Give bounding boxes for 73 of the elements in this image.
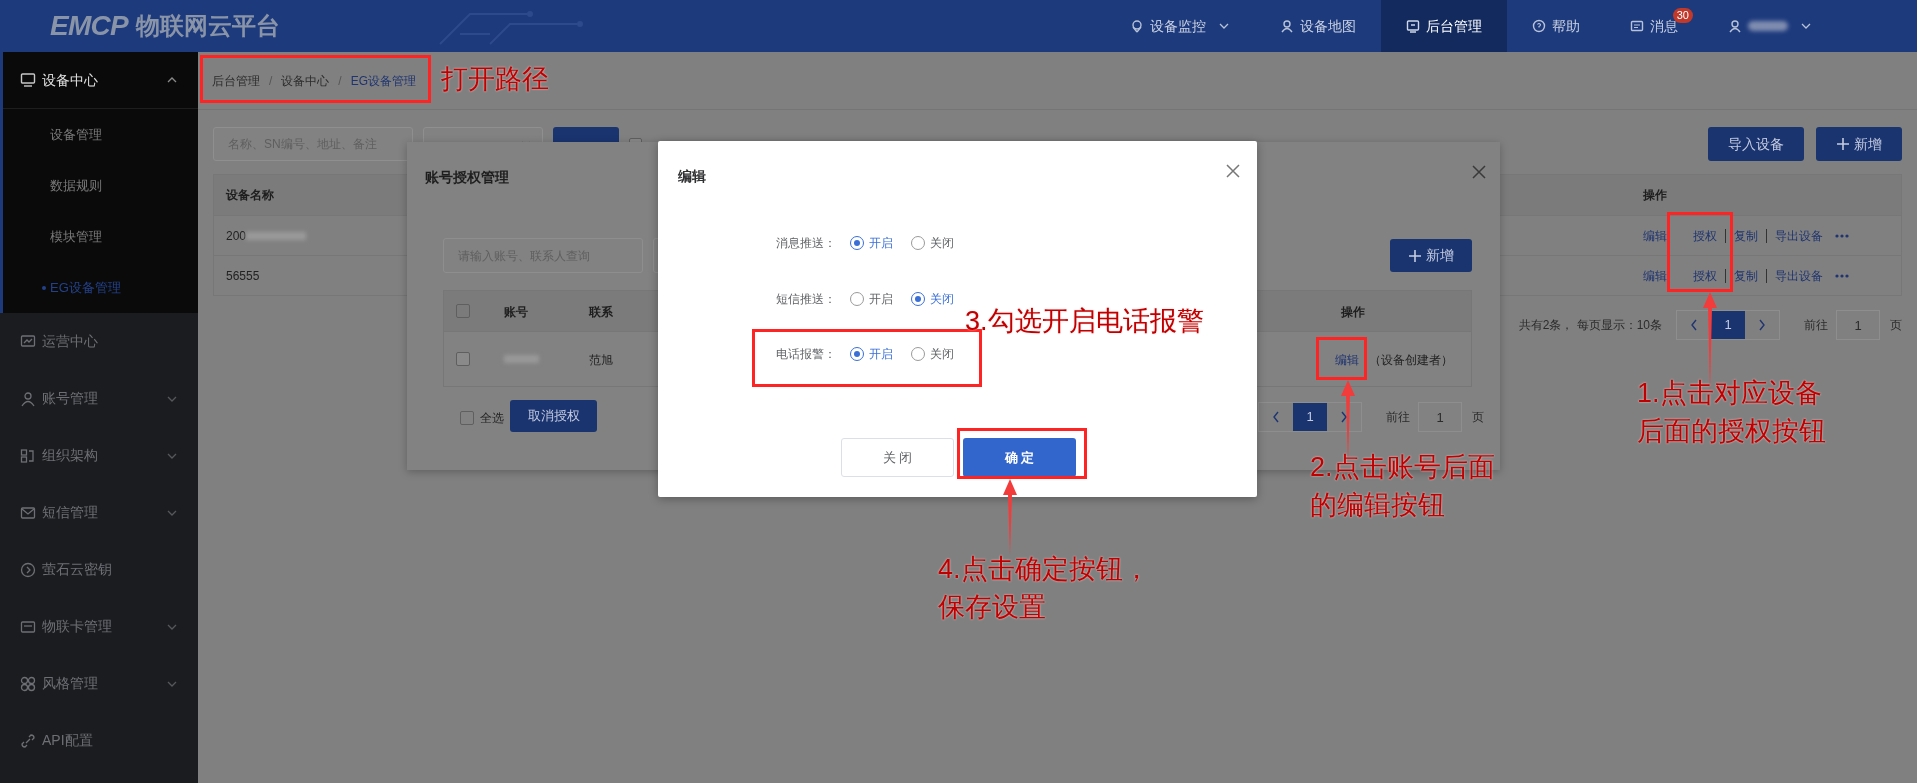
page-number[interactable]: 1	[1293, 403, 1327, 431]
sidebar-item[interactable]: 运营中心	[0, 313, 198, 370]
action-link[interactable]: 授权	[1693, 266, 1717, 285]
page-input[interactable]: 1	[1836, 310, 1880, 340]
breadcrumb-link[interactable]: EG设备管理	[350, 71, 417, 90]
logo: EMCP	[50, 9, 129, 43]
breadcrumb-link[interactable]: 设备中心	[281, 71, 330, 90]
nav-item[interactable]: 帮助	[1507, 0, 1605, 52]
close-button[interactable]: 关 闭	[841, 438, 954, 477]
sidebar-item[interactable]: API配置	[0, 712, 198, 769]
radio-label[interactable]: 关闭	[930, 290, 954, 308]
column-header: 账号	[504, 304, 528, 321]
dialog-title: 账号授权管理	[425, 168, 509, 187]
action-link[interactable]: 编辑	[1643, 266, 1667, 285]
column-header: 操作	[1341, 304, 1365, 321]
action-link[interactable]: 复制	[1734, 226, 1758, 245]
column-header: 设备名称	[224, 187, 274, 204]
sidebar-item[interactable]: 短信管理	[0, 484, 198, 541]
action-link[interactable]: 编辑	[1643, 226, 1667, 245]
radio-label[interactable]: 开启	[869, 345, 893, 363]
submenu-item[interactable]: 模块管理	[3, 211, 198, 262]
page-suffix: 页	[1472, 409, 1484, 426]
import-button[interactable]: 导入设备	[1708, 127, 1804, 161]
annotation-text: 2.点击账号后面 的编辑按钮	[1310, 451, 1495, 522]
checkbox-label: 全选	[480, 410, 504, 427]
action-link[interactable]: 导出设备	[1775, 226, 1823, 245]
page-suffix: 页	[1890, 317, 1902, 334]
sidebar-item[interactable]: 账号管理	[0, 370, 198, 427]
sidebar-item[interactable]: 风格管理	[0, 655, 198, 712]
goto-label: 前往	[1386, 409, 1410, 426]
add-button[interactable]: 新增	[1816, 127, 1902, 161]
annotation-text: 3.勾选开启电话报警	[965, 305, 1204, 338]
dialog-title: 编辑	[678, 167, 706, 186]
annotation-text: 打开路径	[441, 63, 549, 96]
breadcrumb-link[interactable]: 后台管理	[212, 71, 260, 90]
total-summary: 共有2条， 每页显示：10条	[1518, 317, 1662, 334]
sidebar-item[interactable]: 萤石云密钥	[0, 541, 198, 598]
sidebar-item[interactable]: 组织架构	[0, 427, 198, 484]
breadcrumb-separator: /	[338, 72, 342, 90]
annotation-text: 1.点击对应设备 后面的授权按钮	[1637, 377, 1826, 448]
nav-item[interactable]: 设备监控	[1105, 0, 1255, 52]
action-link[interactable]: 导出设备	[1775, 266, 1823, 285]
nav-item[interactable]: 消息 30	[1605, 0, 1703, 52]
column-header: 操作	[1642, 187, 1668, 204]
column-header: 联系	[589, 304, 613, 321]
action-link[interactable]: 授权	[1693, 226, 1717, 245]
sidebar-item[interactable]: 物联卡管理	[0, 598, 198, 655]
edit-link[interactable]: 编辑	[1335, 351, 1359, 369]
page-input[interactable]: 1	[1418, 402, 1462, 432]
goto-label: 前往	[1804, 317, 1828, 334]
radio-label[interactable]: 开启	[869, 234, 893, 252]
radio-label[interactable]: 关闭	[930, 234, 954, 252]
table-cell-text: （设备创建者）	[1369, 352, 1453, 369]
radio-label[interactable]: 开启	[869, 290, 893, 308]
add-button[interactable]: 新增	[1390, 239, 1472, 272]
annotation-text: 4.点击确定按钮， 保存设置	[938, 553, 1150, 624]
field-label: 电话报警：	[776, 346, 836, 363]
page-number[interactable]: 1	[1711, 311, 1745, 339]
confirm-button[interactable]: 确 定	[963, 438, 1076, 477]
submenu-item[interactable]: 设备管理	[3, 109, 198, 160]
table-cell-text: 56555	[225, 267, 260, 285]
revoke-button[interactable]: 取消授权	[510, 400, 597, 432]
table-cell-text: 200	[225, 227, 247, 245]
table-cell-text: 范旭	[589, 352, 613, 369]
nav-item[interactable]: 设备地图	[1255, 0, 1381, 52]
submenu-item[interactable]: 数据规则	[3, 160, 198, 211]
field-label: 短信推送：	[776, 291, 836, 308]
radio-label[interactable]: 关闭	[930, 345, 954, 363]
breadcrumb-separator: /	[269, 72, 273, 90]
nav-item[interactable]: 后台管理	[1381, 0, 1507, 52]
field-label: 消息推送：	[776, 235, 836, 252]
action-link[interactable]: 复制	[1734, 266, 1758, 285]
app-title: 物联网云平台	[136, 11, 281, 41]
